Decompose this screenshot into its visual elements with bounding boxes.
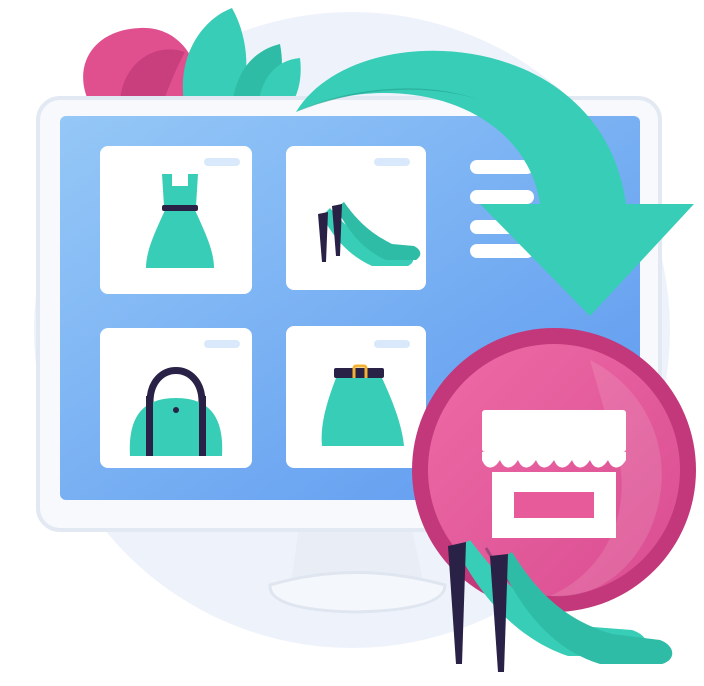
storefront-icon (482, 410, 626, 538)
product-card-handbag[interactable] (100, 328, 252, 468)
card-badge (374, 158, 410, 166)
plant-leaves-decoration (83, 8, 301, 109)
card-badge (374, 340, 410, 348)
product-card-shoes[interactable] (286, 146, 426, 290)
card-badge (204, 340, 240, 348)
product-card-dress[interactable] (100, 146, 252, 294)
menu-line[interactable] (470, 160, 534, 174)
menu-line[interactable] (470, 190, 534, 204)
card-badge (204, 158, 240, 166)
product-card-skirt[interactable] (286, 326, 426, 468)
online-store-illustration (34, 8, 696, 672)
